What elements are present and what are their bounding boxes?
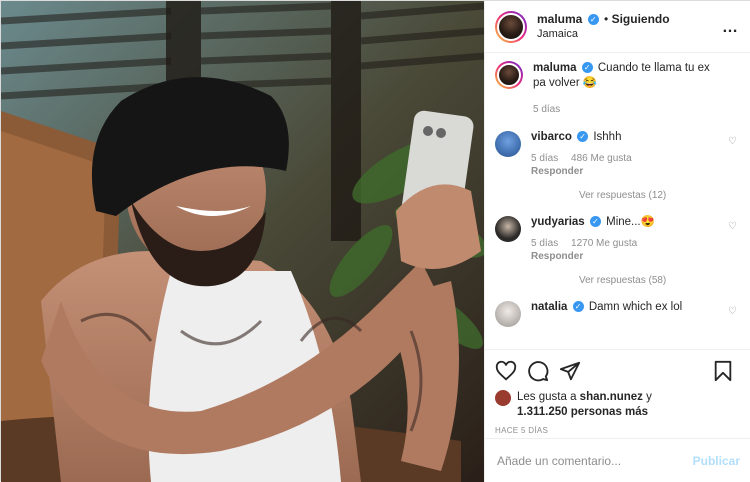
commenter-username[interactable]: yudyarias	[531, 216, 585, 228]
bookmark-icon[interactable]	[712, 360, 734, 382]
commenter-avatar[interactable]	[495, 301, 521, 327]
comments-list[interactable]: maluma ✓ Cuando te llama tu ex pa volver…	[485, 53, 750, 349]
verified-icon: ✓	[572, 301, 584, 313]
comment-item: natalia ✓ Damn which ex lol ♡	[495, 300, 741, 327]
verified-icon: ✓	[589, 216, 601, 228]
comment-item: yudyarias ✓ Mine...😍 5 días 1270 Me gust…	[495, 215, 741, 263]
reply-button[interactable]: Responder	[531, 250, 645, 263]
comment-icon[interactable]	[527, 360, 549, 382]
post-header: maluma ✓ • Siguiendo Jamaica …	[485, 1, 750, 53]
post-photo[interactable]	[1, 1, 484, 482]
post-timestamp[interactable]: HACE 5 DÍAS	[495, 426, 742, 435]
following-button[interactable]: Siguiendo	[612, 12, 670, 26]
liker-username[interactable]: shan.nunez	[580, 391, 643, 403]
comment-text: Ishhh	[593, 131, 622, 143]
liker-avatar[interactable]	[495, 390, 511, 406]
commenter-avatar[interactable]	[495, 216, 521, 242]
commenter-username[interactable]: natalia	[531, 301, 567, 313]
comment-body: natalia ✓ Damn which ex lol	[531, 300, 704, 327]
post-image	[1, 1, 484, 482]
view-replies-button[interactable]: Ver respuestas (12)	[579, 190, 741, 201]
caption-avatar[interactable]	[495, 61, 523, 89]
caption-body: maluma ✓ Cuando te llama tu ex pa volver…	[533, 61, 741, 116]
author-username[interactable]: maluma	[537, 12, 582, 26]
comment-item: vibarco ✓ Ishhh 5 días 486 Me gusta Resp…	[495, 130, 741, 178]
likes-conj: y	[646, 391, 652, 403]
comment-body: yudyarias ✓ Mine...😍 5 días 1270 Me gust…	[531, 215, 677, 263]
reply-button[interactable]: Responder	[531, 165, 632, 178]
verified-icon: ✓	[577, 131, 589, 143]
caption: maluma ✓ Cuando te llama tu ex pa volver…	[495, 61, 741, 116]
location-link[interactable]: Jamaica	[537, 27, 670, 42]
heart-icon[interactable]	[495, 360, 517, 382]
author-avatar[interactable]	[495, 10, 527, 43]
caption-age: 5 días	[533, 104, 561, 115]
comment-like-heart-icon[interactable]: ♡	[728, 306, 737, 317]
likes-summary: Les gusta a shan.nunez y 1.311.250 perso…	[495, 390, 742, 420]
verified-icon: ✓	[587, 13, 599, 25]
verified-icon: ✓	[581, 62, 593, 74]
actions-section: Les gusta a shan.nunez y 1.311.250 perso…	[485, 349, 750, 435]
view-replies-button[interactable]: Ver respuestas (58)	[579, 275, 741, 286]
comment-age: 5 días	[531, 238, 559, 249]
comment-likes[interactable]: 1270 Me gusta	[571, 238, 637, 249]
comment-like-heart-icon[interactable]: ♡	[728, 136, 737, 147]
comment-input[interactable]: Añade un comentario...	[497, 454, 693, 468]
likes-prefix: Les gusta a	[517, 391, 577, 403]
more-icon[interactable]: …	[722, 19, 739, 37]
share-icon[interactable]	[559, 360, 581, 382]
commenter-avatar[interactable]	[495, 131, 521, 157]
add-comment-bar: Añade un comentario... Publicar	[485, 438, 750, 482]
action-bar	[495, 356, 742, 386]
instagram-post: maluma ✓ • Siguiendo Jamaica … maluma ✓ …	[0, 0, 750, 482]
likes-text: Les gusta a shan.nunez y 1.311.250 perso…	[517, 390, 652, 420]
comment-text: Mine...😍	[606, 216, 655, 228]
comment-like-heart-icon[interactable]: ♡	[728, 221, 737, 232]
comment-body: vibarco ✓ Ishhh 5 días 486 Me gusta Resp…	[531, 130, 664, 178]
comment-age: 5 días	[531, 153, 559, 164]
post-side-panel: maluma ✓ • Siguiendo Jamaica … maluma ✓ …	[484, 1, 750, 482]
header-text: maluma ✓ • Siguiendo Jamaica	[537, 12, 670, 42]
comment-likes[interactable]: 486 Me gusta	[571, 153, 632, 164]
comment-text: Damn which ex lol	[588, 301, 683, 313]
publish-button[interactable]: Publicar	[693, 454, 740, 468]
likes-others[interactable]: 1.311.250 personas más	[517, 406, 648, 418]
commenter-username[interactable]: vibarco	[531, 131, 572, 143]
caption-username[interactable]: maluma	[533, 62, 576, 74]
separator-dot: •	[604, 11, 609, 26]
